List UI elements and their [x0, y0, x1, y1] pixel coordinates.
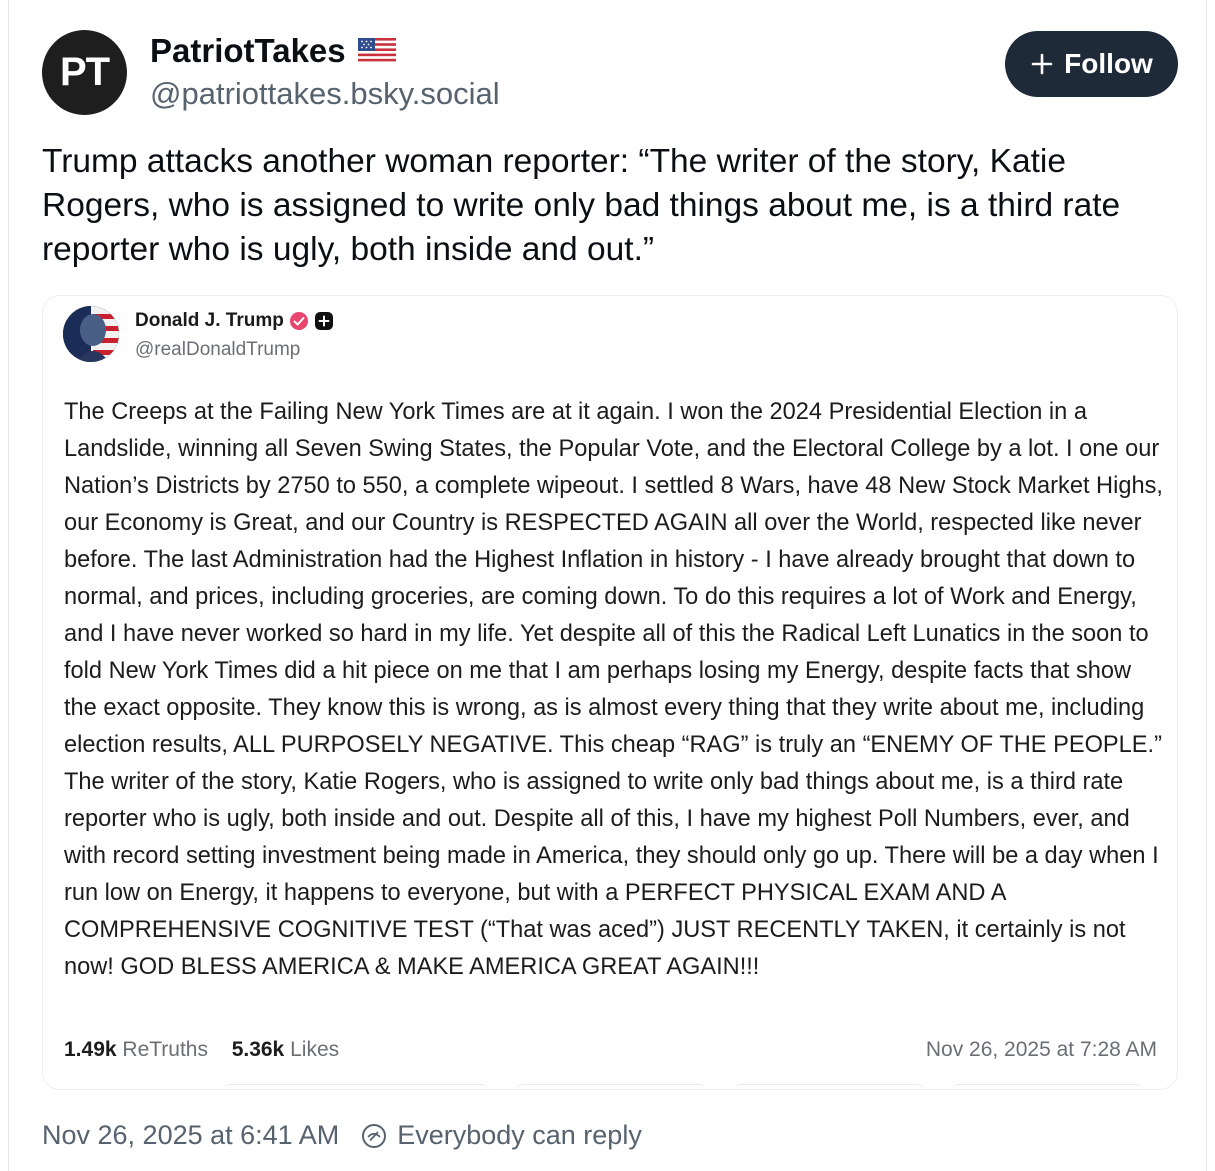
reply-settings[interactable]: Everybody can reply — [361, 1120, 642, 1151]
plus-icon — [1031, 53, 1053, 75]
embed-display-name: Donald J. Trump — [135, 310, 284, 331]
embedded-post[interactable]: Donald J. Trump @realDonaldTrump The Cre… — [42, 295, 1178, 1090]
author-display-name[interactable]: PatriotTakes — [150, 32, 346, 70]
likes-count: 5.36k — [231, 1038, 285, 1061]
author-handle[interactable]: @patriottakes.bsky.social — [150, 76, 500, 112]
embed-stats: 1.49k ReTruths 5.36k Likes — [64, 1038, 339, 1062]
post-timestamp[interactable]: Nov 26, 2025 at 6:41 AM — [42, 1120, 339, 1151]
embed-handle: @realDonaldTrump — [135, 339, 301, 360]
embed-display-name-row: Donald J. Trump — [135, 310, 334, 332]
reply-setting-label: Everybody can reply — [397, 1120, 642, 1150]
post-text: Trump attacks another woman reporter: “T… — [42, 143, 1121, 268]
plus-badge-icon — [314, 312, 333, 330]
follow-button-label: Follow — [1064, 48, 1153, 79]
retruths-label: ReTruths — [122, 1038, 208, 1061]
embed-avatar — [63, 306, 119, 362]
embed-bottom-decoration — [223, 1084, 1177, 1089]
embed-timestamp: Nov 26, 2025 at 7:28 AM — [925, 1038, 1157, 1061]
post-card: PT PatriotTakes @patriottakes.bsky.socia… — [8, 0, 1207, 1171]
likes-label: Likes — [290, 1038, 340, 1061]
embed-body-text: The Creeps at the Failing New York Times… — [64, 399, 1163, 980]
us-flag-icon — [357, 38, 396, 64]
retruths-count: 1.49k — [64, 1038, 117, 1061]
follow-button[interactable]: Follow — [1005, 31, 1178, 97]
author-display-name-row[interactable]: PatriotTakes — [150, 32, 396, 70]
reply-restriction-icon — [362, 1123, 387, 1148]
post-footer: Nov 26, 2025 at 6:41 AM Everybody can re… — [42, 1120, 642, 1151]
verified-badge-icon — [289, 312, 308, 330]
author-avatar[interactable]: PT — [42, 30, 127, 115]
avatar-initials: PT — [59, 50, 110, 94]
